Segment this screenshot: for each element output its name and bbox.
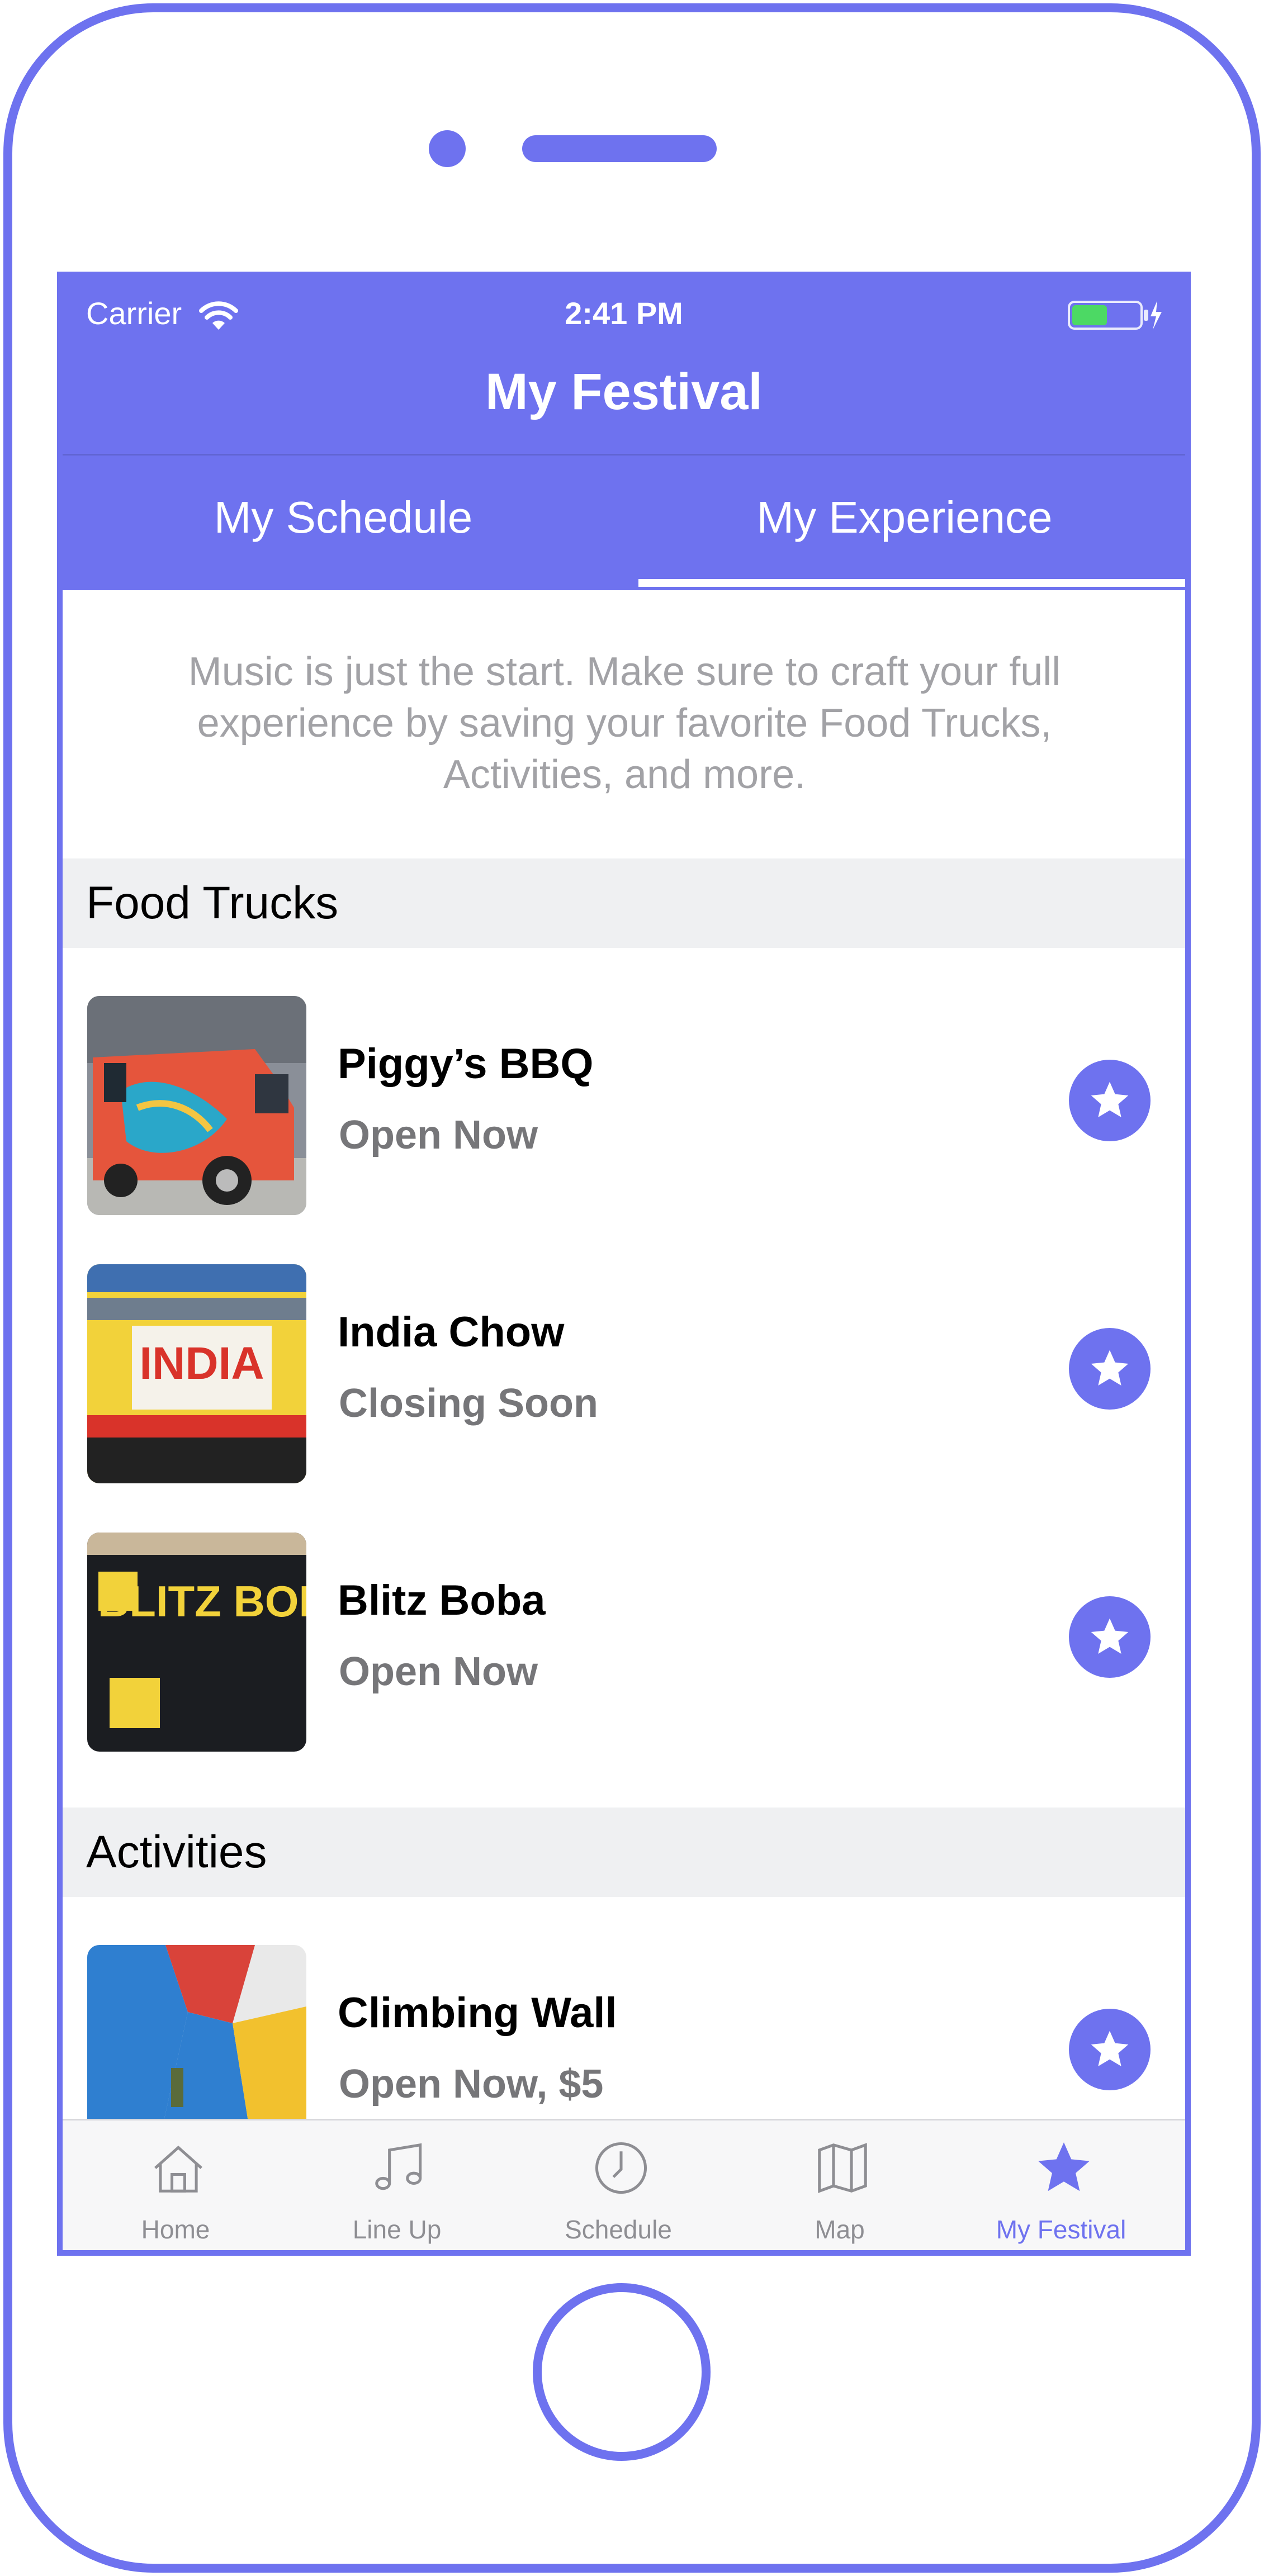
- tab-line-up[interactable]: Line Up: [286, 2120, 508, 2250]
- thumbnail-text: BLITZ BOBA: [98, 1577, 306, 1626]
- section-title: Food Trucks: [86, 877, 339, 928]
- item-status: Open Now, $5: [339, 2062, 604, 2107]
- item-status: Open Now: [339, 1113, 538, 1157]
- tab-my-festival[interactable]: My Festival: [950, 2120, 1172, 2250]
- header-divider: [63, 454, 1185, 456]
- page-title: My Festival: [485, 363, 763, 420]
- home-icon: [154, 2145, 202, 2193]
- favorite-button[interactable]: [1069, 1060, 1151, 1141]
- star-icon: [1038, 2142, 1090, 2191]
- item-name: Blitz Boba: [338, 1577, 546, 1624]
- tab-label: Map: [815, 2215, 865, 2244]
- tab-schedule[interactable]: Schedule: [508, 2120, 729, 2250]
- clock-icon: [595, 2142, 647, 2194]
- status-time: 2:41 PM: [565, 296, 683, 331]
- favorite-button[interactable]: [1069, 1328, 1151, 1410]
- speaker-grille: [522, 135, 717, 162]
- section-header-food-trucks: Food Trucks: [63, 858, 1185, 948]
- item-name: Piggy’s BBQ: [338, 1040, 594, 1088]
- tab-home[interactable]: Home: [65, 2120, 286, 2250]
- favorite-button[interactable]: [1069, 1596, 1151, 1678]
- star-icon: [1091, 1618, 1129, 1654]
- map-icon: [818, 2143, 867, 2193]
- tab-map[interactable]: Map: [729, 2120, 950, 2250]
- thumbnail-text: INDIA: [139, 1338, 264, 1389]
- battery-icon: [1068, 301, 1162, 330]
- favorite-button[interactable]: [1069, 2009, 1151, 2090]
- tab-label: Line Up: [352, 2215, 442, 2244]
- music-note-icon: [375, 2143, 422, 2190]
- tab-label: Home: [141, 2215, 210, 2244]
- item-status: Closing Soon: [339, 1381, 598, 1426]
- app-screen: Carrier 2:41 PM My Festival My Schedule …: [63, 277, 1185, 2250]
- status-bar: Carrier 2:41 PM: [63, 288, 1185, 339]
- home-button: [533, 2283, 711, 2461]
- item-name: Climbing Wall: [338, 1989, 617, 2037]
- star-icon: [1091, 1081, 1129, 1117]
- list-item[interactable]: Piggy’s BBQ Open Now: [63, 996, 1185, 1220]
- star-icon: [1091, 2031, 1129, 2066]
- tab-my-experience[interactable]: My Experience: [624, 456, 1185, 579]
- item-status: Open Now: [339, 1649, 538, 1694]
- thumbnail-image: [87, 996, 306, 1215]
- header: Carrier 2:41 PM My Festival My Schedule …: [63, 277, 1185, 590]
- section-header-activities: Activities: [63, 1808, 1185, 1897]
- tab-label: Schedule: [565, 2215, 672, 2244]
- intro-text: Music is just the start. Make sure to cr…: [188, 649, 1061, 797]
- list-item[interactable]: INDIA India Chow Closing Soon: [63, 1264, 1185, 1488]
- section-title: Activities: [86, 1827, 267, 1877]
- item-name: India Chow: [338, 1308, 565, 1356]
- star-icon: [1091, 1350, 1129, 1386]
- selected-tab-indicator: [638, 579, 1185, 587]
- thumbnail-image: INDIA: [87, 1264, 306, 1483]
- front-camera: [429, 130, 466, 167]
- tab-bar: Home Line Up Schedule Map My Festival: [63, 2119, 1185, 2250]
- list-item[interactable]: BLITZ BOBA Blitz Boba Open Now: [63, 1533, 1185, 1756]
- tab-label: My Festival: [996, 2215, 1126, 2244]
- thumbnail-image: BLITZ BOBA: [87, 1533, 306, 1752]
- tab-my-schedule[interactable]: My Schedule: [63, 456, 624, 579]
